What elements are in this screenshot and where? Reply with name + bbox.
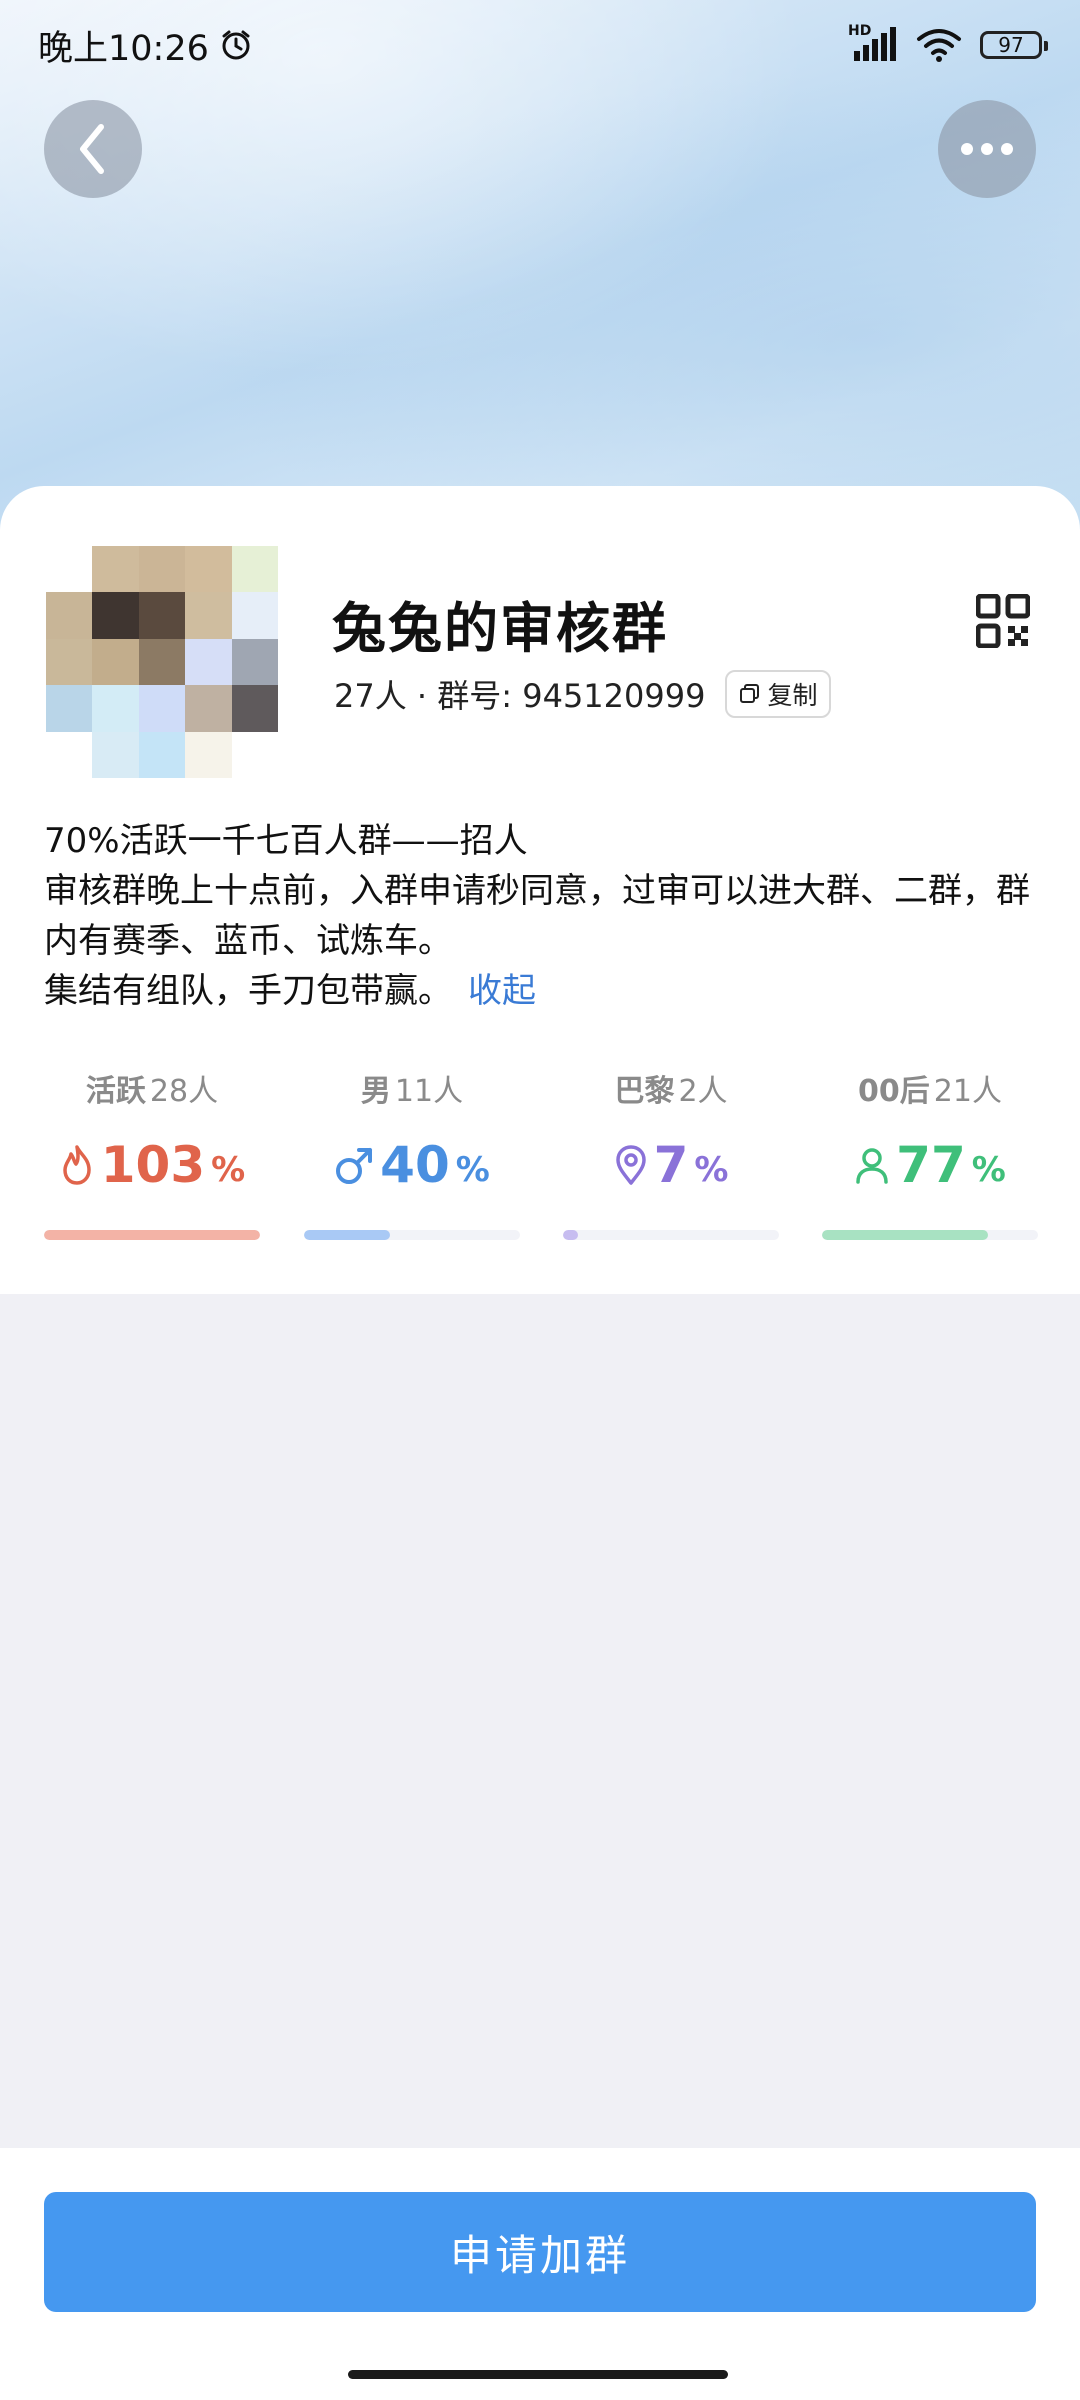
group-id-label: 群号: — [437, 677, 513, 715]
group-id-value: 945120999 — [522, 677, 706, 715]
member-count-value: 27人 — [334, 677, 407, 715]
stat-count: 2人 — [678, 1074, 728, 1109]
stat-label: 巴黎 2人 — [563, 1066, 779, 1110]
chevron-left-icon — [80, 124, 104, 174]
wifi-icon — [917, 29, 961, 62]
member-count: 27人 · 群号: 945120999 — [334, 671, 705, 717]
stat-age: 00后 21人 77% — [822, 1066, 1038, 1194]
stat-bar-fill — [44, 1230, 260, 1240]
stat-label: 00后 21人 — [822, 1066, 1038, 1110]
stat-bar-age — [822, 1230, 1038, 1240]
copy-icon — [740, 684, 760, 703]
battery-icon: 97 — [980, 31, 1048, 59]
stat-bar-location — [563, 1230, 779, 1240]
description-text: 集结有组队，手刀包带赢。 — [44, 971, 452, 1011]
group-meta: 27人 · 群号: 945120999 复制 — [334, 670, 832, 718]
stat-number: 77 — [896, 1136, 966, 1194]
collapse-link[interactable]: 收起 — [468, 971, 536, 1011]
alarm-clock-icon — [222, 30, 250, 60]
stat-label-text: 男 — [360, 1074, 391, 1109]
copy-label: 复制 — [767, 681, 818, 710]
more-button[interactable] — [938, 100, 1036, 198]
back-button[interactable] — [44, 100, 142, 198]
more-dots-icon — [961, 143, 1013, 155]
stat-value: 40% — [304, 1136, 520, 1194]
stat-unit: % — [455, 1150, 490, 1190]
group-description: 70%活跃一千七百人群——招人 审核群晚上十点前，入群申请秒同意，过审可以进大群… — [44, 816, 1044, 1016]
stat-value: 77% — [822, 1136, 1038, 1194]
stat-value: 103% — [44, 1136, 260, 1194]
description-line: 审核群晚上十点前，入群申请秒同意，过审可以进大群、二群，群内有赛季、蓝币、试炼车… — [44, 871, 1030, 961]
stat-location: 巴黎 2人 7% — [563, 1066, 779, 1194]
signal-icon: HD — [848, 23, 898, 63]
stat-bar-active — [44, 1230, 260, 1240]
stat-unit: % — [211, 1150, 246, 1190]
copy-id-button[interactable]: 复制 — [725, 670, 832, 718]
stat-label-text: 00后 — [858, 1074, 930, 1109]
group-name: 兔兔的审核群 — [332, 597, 668, 660]
male-icon — [336, 1148, 373, 1184]
status-time: 晚上10:26 — [38, 28, 209, 69]
apply-join-button[interactable]: 申请加群 — [44, 2192, 1036, 2312]
stat-value: 7% — [563, 1136, 779, 1194]
stat-count: 11人 — [394, 1074, 464, 1109]
stat-active: 活跃 28人 103% — [44, 1066, 260, 1194]
location-pin-icon — [615, 1145, 646, 1185]
meta-separator: · — [416, 677, 428, 715]
stat-count: 28人 — [149, 1074, 219, 1109]
stat-number: 40 — [380, 1136, 450, 1194]
description-line: 集结有组队，手刀包带赢。 收起 — [44, 966, 1044, 1016]
battery-level: 97 — [998, 33, 1024, 57]
stat-label: 活跃 28人 — [44, 1066, 260, 1110]
stat-label-text: 活跃 — [85, 1074, 146, 1109]
group-avatar — [46, 546, 278, 778]
qr-code-icon[interactable] — [976, 594, 1030, 648]
stat-bar-fill — [563, 1230, 579, 1240]
stat-label: 男 11人 — [304, 1066, 520, 1110]
stat-number: 7 — [653, 1136, 689, 1194]
person-icon — [856, 1148, 888, 1184]
stat-count: 21人 — [933, 1074, 1002, 1109]
stat-bar-fill — [304, 1230, 391, 1240]
description-line: 70%活跃一千七百人群——招人 — [44, 821, 528, 861]
flame-icon — [63, 1145, 91, 1185]
stat-bar-fill — [822, 1230, 989, 1240]
stat-unit: % — [694, 1150, 729, 1190]
stat-unit: % — [971, 1150, 1006, 1190]
stat-male: 男 11人 40% — [304, 1066, 520, 1194]
group-stats: 活跃 28人 103% 男 11人 40% 巴黎 2人 7% 00后 21人 7… — [0, 1066, 1080, 1246]
status-bar: 晚上10:26 HD 97 — [0, 0, 1080, 90]
home-indicator[interactable] — [348, 2370, 728, 2379]
stat-label-text: 巴黎 — [614, 1074, 675, 1109]
stat-bar-male — [304, 1230, 520, 1240]
stat-number: 103 — [100, 1136, 206, 1194]
